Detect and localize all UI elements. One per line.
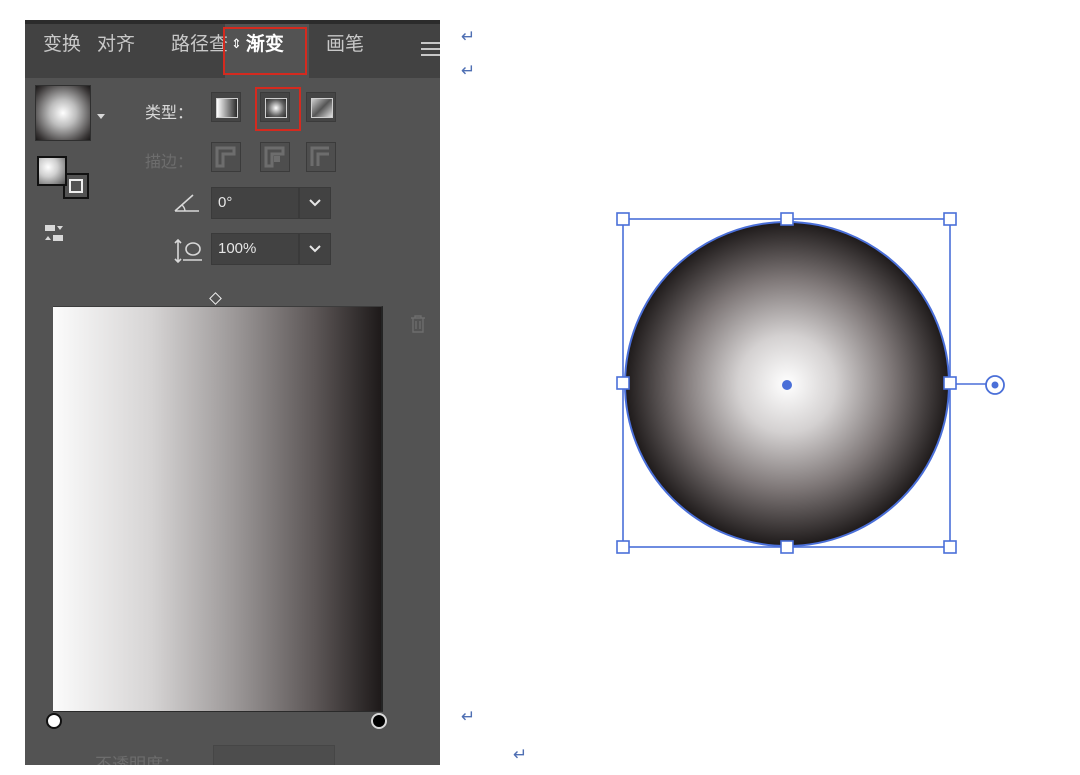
swatch-dropdown-icon[interactable] (97, 114, 105, 119)
aspect-ratio-input[interactable]: 100% (211, 233, 299, 265)
aspect-ratio-dropdown[interactable] (299, 233, 331, 265)
midpoint-diamond[interactable] (209, 292, 222, 305)
tab-align[interactable]: 对齐 (97, 20, 135, 74)
stroke-across-button (306, 142, 336, 172)
opacity-label: 不透明度： (95, 755, 180, 765)
tab-brush[interactable]: 画笔 (326, 20, 364, 74)
tab-gradient-highlight (223, 27, 307, 75)
linear-gradient-button[interactable] (211, 92, 241, 122)
gradient-radius-handle-dot (991, 381, 999, 389)
gradient-stop-black[interactable] (371, 713, 387, 729)
handle-bottom-left[interactable] (616, 540, 630, 554)
opacity-field (213, 745, 335, 765)
menu-icon[interactable] (421, 42, 440, 56)
paragraph-mark-icon: ↵ (461, 61, 476, 81)
radial-selected-highlight (255, 87, 301, 131)
handle-middle-right[interactable] (943, 376, 957, 390)
stroke-along-button (260, 142, 290, 172)
tab-pathfinder[interactable]: 路径查 (171, 20, 228, 74)
handle-top-right[interactable] (943, 212, 957, 226)
gradient-panel: 变换 对齐 路径查 ⇕ 渐变 画笔 类型： 描边： 0° 100% 不透明度： (25, 20, 440, 765)
reverse-gradient-icon[interactable] (43, 223, 67, 243)
stroke-label: 描边： (145, 152, 194, 171)
gradient-ramp[interactable] (53, 306, 383, 711)
paragraph-mark-icon: ↵ (513, 745, 528, 765)
gradient-stop-white[interactable] (46, 713, 62, 729)
type-label: 类型： (145, 103, 194, 122)
chevron-down-icon (309, 199, 321, 207)
freeform-gradient-button[interactable] (306, 92, 336, 122)
tab-transform[interactable]: 变换 (43, 20, 81, 74)
handle-middle-left[interactable] (616, 376, 630, 390)
handle-bottom-right[interactable] (943, 540, 957, 554)
trash-icon[interactable] (409, 314, 427, 334)
canvas-artboard (616, 212, 1005, 554)
handle-top-left[interactable] (616, 212, 630, 226)
angle-dropdown[interactable] (299, 187, 331, 219)
handle-bottom-center[interactable] (780, 540, 794, 554)
gradient-swatch[interactable] (35, 85, 91, 141)
angle-icon (174, 194, 199, 212)
angle-input[interactable]: 0° (211, 187, 299, 219)
fill-swatch[interactable] (37, 156, 67, 186)
gradient-center-point[interactable] (782, 380, 792, 390)
paragraph-mark-icon: ↵ (461, 707, 476, 727)
handle-top-center[interactable] (780, 212, 794, 226)
paragraph-mark-icon: ↵ (461, 27, 476, 47)
chevron-down-icon (309, 245, 321, 253)
stroke-within-button (211, 142, 241, 172)
ramp-baseline (53, 711, 383, 712)
aspect-ratio-icon (174, 238, 202, 264)
